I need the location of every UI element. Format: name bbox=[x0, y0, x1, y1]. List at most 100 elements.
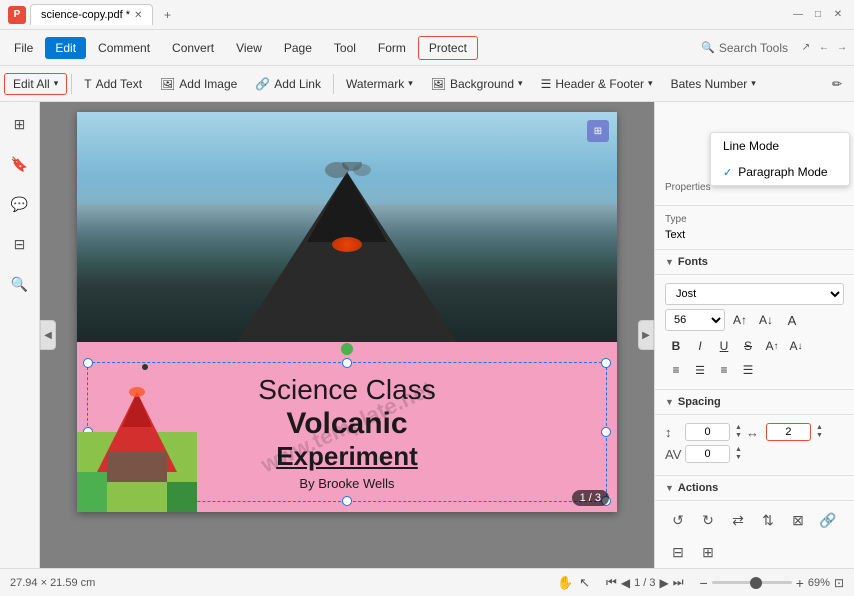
mode-line[interactable]: Line Mode bbox=[711, 133, 849, 159]
volcano-illustration bbox=[77, 372, 197, 512]
share-button[interactable]: ↗ bbox=[798, 40, 814, 56]
menu-edit[interactable]: Edit bbox=[45, 37, 86, 59]
minimize-button[interactable]: — bbox=[790, 7, 806, 23]
fit-page-button[interactable]: ⊡ bbox=[834, 576, 844, 590]
mode-dropdown[interactable]: Line Mode ✓ Paragraph Mode bbox=[710, 132, 850, 186]
menu-form[interactable]: Form bbox=[368, 37, 416, 59]
background-label: Background bbox=[450, 77, 514, 91]
toolbar-separator-2 bbox=[333, 74, 334, 94]
new-tab-button[interactable]: + bbox=[157, 5, 177, 25]
search-tools-label: Search Tools bbox=[719, 41, 788, 55]
check-icon: ✓ bbox=[723, 166, 732, 179]
spacing-section-header[interactable]: ▼ Spacing bbox=[655, 390, 854, 415]
font-family-select[interactable]: Jost bbox=[665, 283, 844, 305]
next-page-button[interactable]: ▶ bbox=[659, 576, 668, 590]
sidebar-comment-icon[interactable]: 💬 bbox=[6, 190, 34, 218]
mode-paragraph[interactable]: ✓ Paragraph Mode bbox=[711, 159, 849, 185]
align-objects-button[interactable]: ⊟ bbox=[665, 539, 691, 565]
sidebar-search-icon[interactable]: 🔍 bbox=[6, 270, 34, 298]
char-spacing-spinner[interactable]: ▲ ▼ bbox=[816, 424, 823, 439]
flip-v-button[interactable]: ⇅ bbox=[755, 507, 781, 533]
header-footer-button[interactable]: ☰ Header & Footer ▾ bbox=[533, 73, 661, 95]
zoom-in-button[interactable]: + bbox=[796, 575, 804, 591]
line-spacing-input[interactable] bbox=[685, 423, 730, 441]
first-page-button[interactable]: ⏮ bbox=[606, 575, 617, 590]
menu-page[interactable]: Page bbox=[274, 37, 322, 59]
superscript-button[interactable]: A↑ bbox=[761, 335, 783, 357]
watermark-arrow: ▾ bbox=[408, 78, 413, 89]
select-tool-icon[interactable]: ↖ bbox=[579, 575, 590, 591]
handle-middle-right[interactable] bbox=[601, 427, 611, 437]
align-right-button[interactable]: ≡ bbox=[713, 359, 735, 381]
after-spacing-spinner[interactable]: ▲ ▼ bbox=[735, 446, 742, 461]
menu-comment[interactable]: Comment bbox=[88, 37, 160, 59]
add-link-button[interactable]: 🔗 Add Link bbox=[247, 73, 329, 95]
background-button[interactable]: 🖼 Background ▾ bbox=[423, 73, 531, 95]
sidebar-pages-icon[interactable]: ⊞ bbox=[6, 110, 34, 138]
brush-button[interactable]: ✏ bbox=[824, 73, 850, 95]
maximize-button[interactable]: □ bbox=[810, 7, 826, 23]
italic-button[interactable]: I bbox=[689, 335, 711, 357]
nav-forward-button[interactable]: → bbox=[834, 40, 850, 56]
brush-icon: ✏ bbox=[832, 77, 842, 91]
fonts-section-header[interactable]: ▼ Fonts bbox=[655, 250, 854, 275]
handle-bottom-center[interactable] bbox=[342, 496, 352, 506]
hand-tool-icon[interactable]: ✋ bbox=[557, 575, 573, 591]
increase-font-btn[interactable]: A↑ bbox=[729, 309, 751, 331]
font-size-select[interactable]: 56 bbox=[665, 309, 725, 331]
after-spacing-input[interactable] bbox=[685, 445, 730, 463]
edit-all-label: Edit All bbox=[13, 77, 50, 91]
search-tools[interactable]: 🔍 Search Tools bbox=[693, 41, 796, 55]
edit-all-button[interactable]: Edit All ▾ bbox=[4, 73, 67, 95]
handle-top-center-resize[interactable] bbox=[342, 358, 352, 368]
char-spacing-input[interactable] bbox=[766, 423, 811, 441]
font-color-btn[interactable]: A bbox=[781, 309, 803, 331]
decrease-font-btn[interactable]: A↓ bbox=[755, 309, 777, 331]
zoom-slider[interactable] bbox=[712, 581, 792, 584]
page-info-text: 1 / 3 bbox=[634, 577, 655, 589]
underline-button[interactable]: U bbox=[713, 335, 735, 357]
bold-button[interactable]: B bbox=[665, 335, 687, 357]
menu-tool[interactable]: Tool bbox=[324, 37, 366, 59]
flip-h-button[interactable]: ⇄ bbox=[725, 507, 751, 533]
prev-page-button[interactable]: ◀ bbox=[621, 576, 630, 590]
collapse-left-button[interactable]: ◀ bbox=[40, 320, 56, 350]
paragraph-mode-label: Paragraph Mode bbox=[738, 165, 827, 179]
distribute-button[interactable]: ⊞ bbox=[695, 539, 721, 565]
rotate-ccw-button[interactable]: ↺ bbox=[665, 507, 691, 533]
collapse-right-button[interactable]: ▶ bbox=[638, 320, 654, 350]
link-button[interactable]: 🔗 bbox=[815, 507, 841, 533]
add-image-button[interactable]: 🖼 Add Image bbox=[152, 73, 245, 95]
document-tab[interactable]: science-copy.pdf * ✕ bbox=[30, 4, 153, 25]
handle-top-right[interactable] bbox=[601, 358, 611, 368]
strikethrough-button[interactable]: S bbox=[737, 335, 759, 357]
align-left-button[interactable]: ≡ bbox=[665, 359, 687, 381]
sidebar-layers-icon[interactable]: ⊟ bbox=[6, 230, 34, 258]
close-button[interactable]: ✕ bbox=[830, 7, 846, 23]
sidebar-bookmark-icon[interactable]: 🔖 bbox=[6, 150, 34, 178]
actions-section-header[interactable]: ▼ Actions bbox=[655, 476, 854, 501]
subscript-button[interactable]: A↓ bbox=[785, 335, 807, 357]
tab-close-button[interactable]: ✕ bbox=[134, 10, 142, 21]
canvas-area: ⊞ Science Class Volcanic Exper bbox=[40, 102, 654, 568]
bates-number-button[interactable]: Bates Number ▾ bbox=[663, 73, 764, 95]
rotate-handle[interactable] bbox=[341, 343, 353, 355]
align-center-button[interactable]: ☰ bbox=[689, 359, 711, 381]
menu-convert[interactable]: Convert bbox=[162, 37, 224, 59]
crop-button[interactable]: ⊠ bbox=[785, 507, 811, 533]
zoom-percent-text: 69% bbox=[808, 577, 830, 589]
menu-view[interactable]: View bbox=[226, 37, 272, 59]
align-justify-button[interactable]: ☰ bbox=[737, 359, 759, 381]
menu-protect[interactable]: Protect bbox=[418, 36, 478, 60]
zoom-thumb[interactable] bbox=[750, 577, 762, 589]
header-footer-label: Header & Footer bbox=[555, 77, 644, 91]
nav-back-button[interactable]: ← bbox=[816, 40, 832, 56]
line-spacing-spinner[interactable]: ▲ ▼ bbox=[735, 424, 742, 439]
last-page-button[interactable]: ⏭ bbox=[673, 575, 684, 590]
rotate-cw-button[interactable]: ↻ bbox=[695, 507, 721, 533]
zoom-out-button[interactable]: − bbox=[700, 575, 708, 591]
add-text-button[interactable]: T Add Text bbox=[76, 73, 150, 95]
menu-file[interactable]: File bbox=[4, 37, 43, 59]
handle-top-left[interactable] bbox=[83, 358, 93, 368]
watermark-button[interactable]: Watermark ▾ bbox=[338, 73, 421, 95]
